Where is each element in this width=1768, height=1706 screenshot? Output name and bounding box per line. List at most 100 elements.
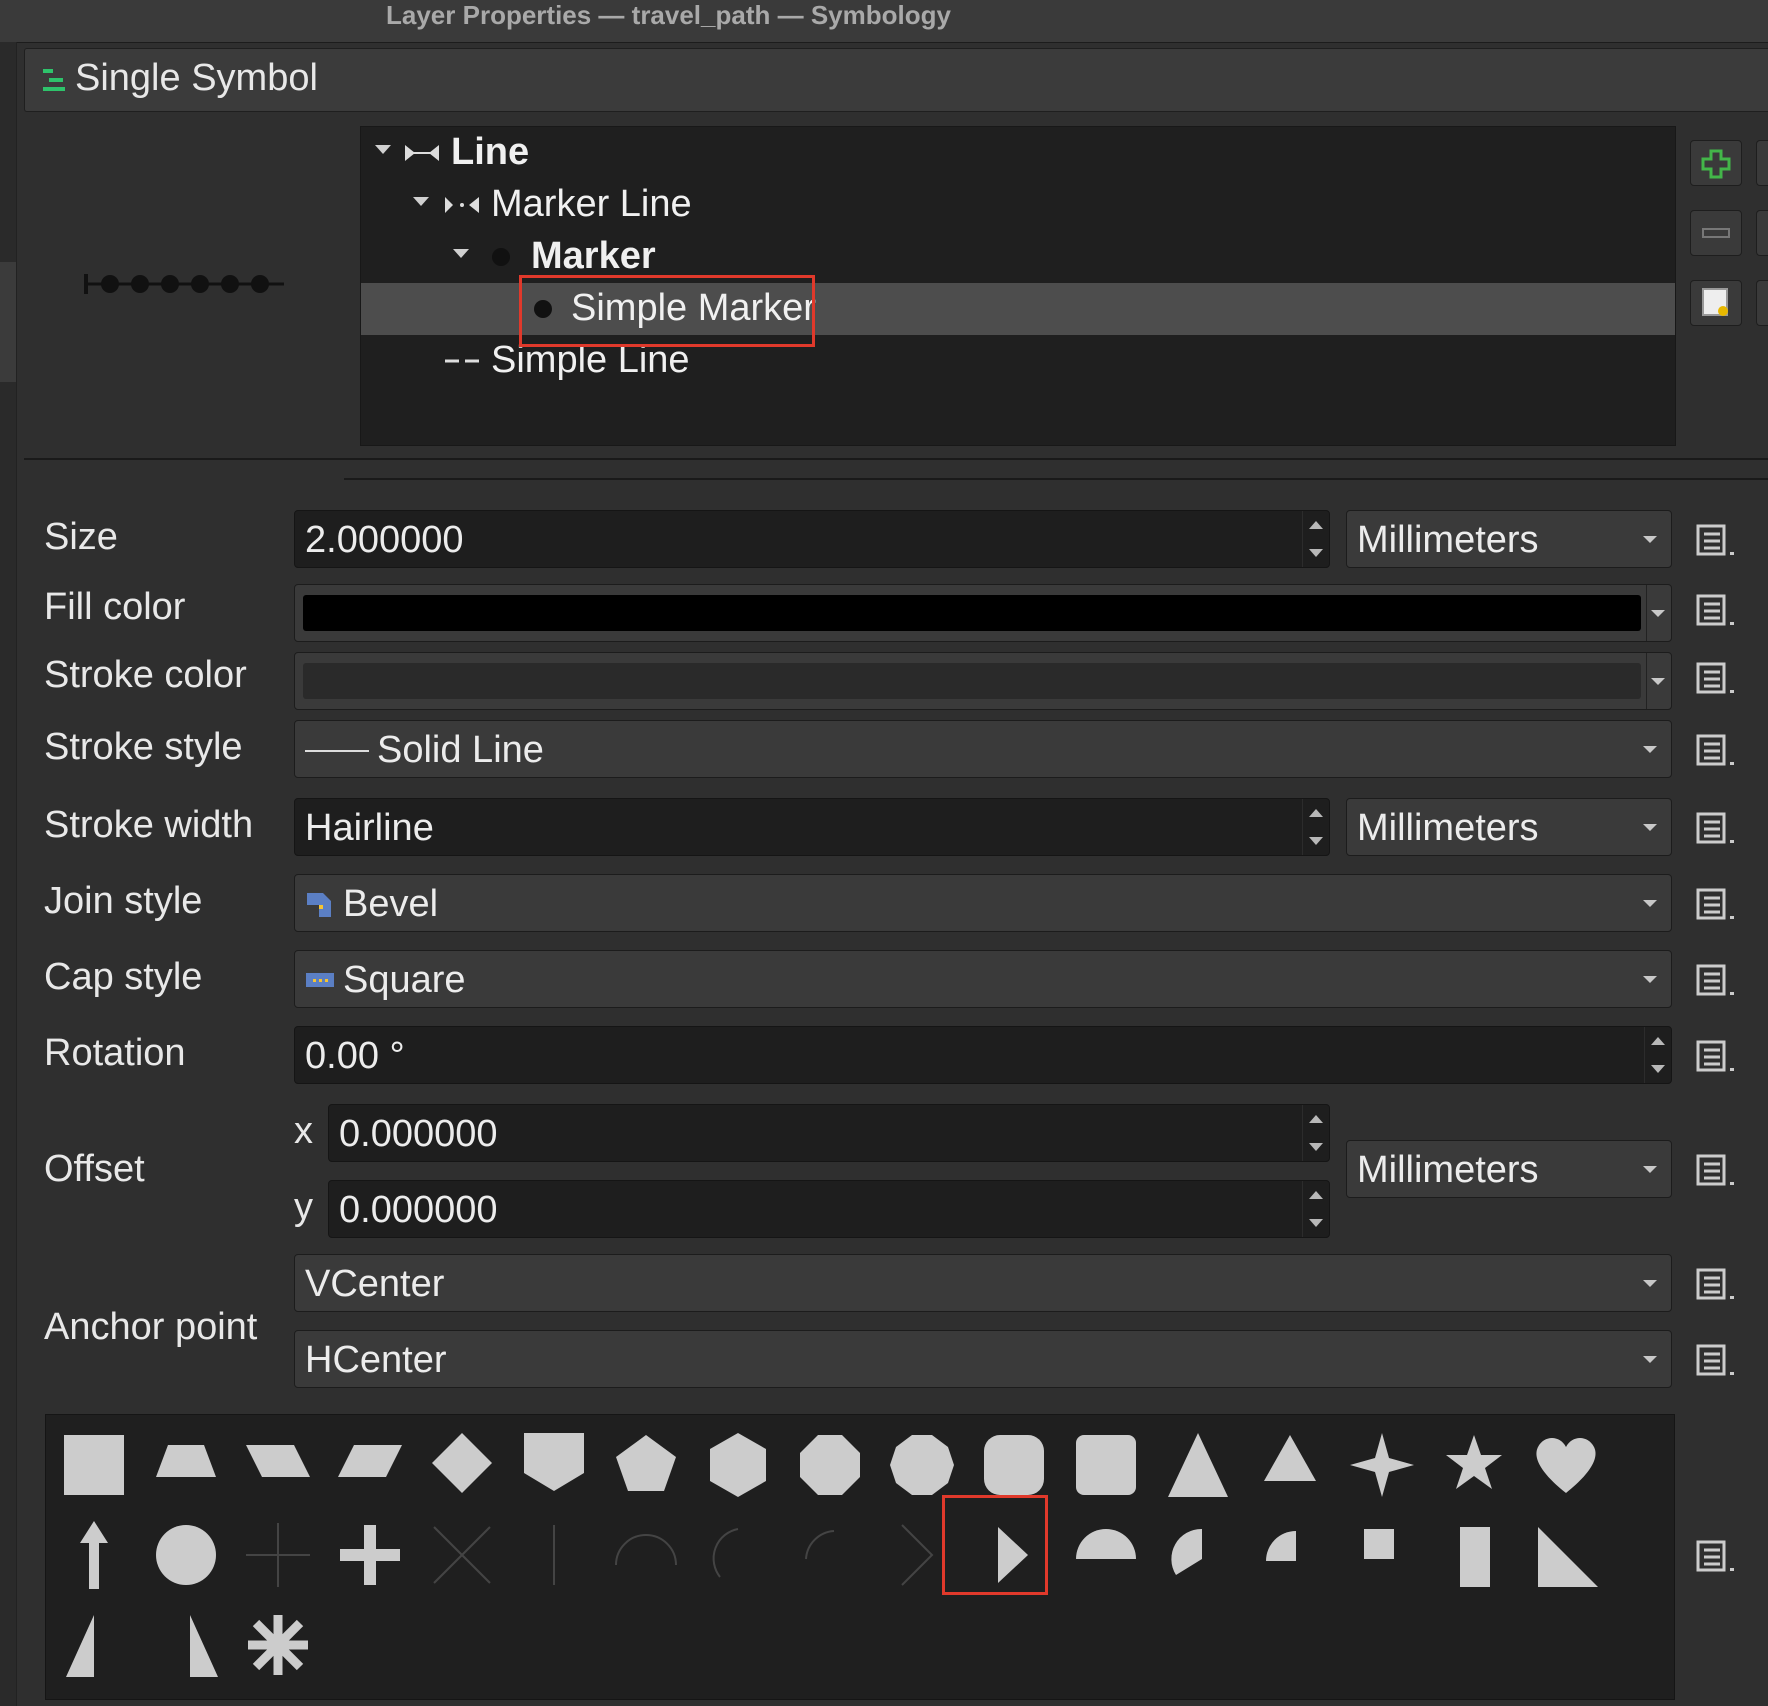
shape-octagon-icon[interactable] bbox=[790, 1425, 870, 1505]
anchor-vertical-select[interactable]: VCenter bbox=[294, 1254, 1672, 1312]
shape-star-4-icon[interactable] bbox=[1342, 1425, 1422, 1505]
rotation-spinbox[interactable]: 0.00 ° bbox=[294, 1026, 1672, 1084]
duplicate-layer-button[interactable] bbox=[1756, 280, 1768, 326]
renderer-type-selector[interactable]: Single Symbol bbox=[24, 48, 1768, 112]
offset-y-spinbox[interactable]: 0.000000 bbox=[328, 1180, 1330, 1238]
shape-diamond-icon[interactable] bbox=[422, 1425, 502, 1505]
shape-quarter-circle-icon[interactable] bbox=[1250, 1515, 1330, 1595]
data-defined-override-icon[interactable] bbox=[1694, 884, 1740, 924]
shape-trapezoid-icon[interactable] bbox=[146, 1425, 226, 1505]
tree-item-line[interactable]: Line bbox=[361, 127, 1675, 179]
shape-parallelogram-left-icon[interactable] bbox=[330, 1425, 410, 1505]
stroke-style-label: Stroke style bbox=[44, 726, 243, 768]
add-symbol-layer-button[interactable] bbox=[1690, 140, 1742, 186]
chevron-down-icon bbox=[1643, 824, 1657, 831]
data-defined-override-icon[interactable] bbox=[1694, 590, 1740, 630]
remove-icon bbox=[1702, 228, 1730, 238]
shape-cross-fill-icon[interactable] bbox=[330, 1515, 410, 1595]
shape-triangle-icon[interactable] bbox=[1158, 1425, 1238, 1505]
shape-semi-arc-icon[interactable] bbox=[606, 1515, 686, 1595]
tree-item-marker-line[interactable]: Marker Line bbox=[361, 179, 1675, 231]
shape-third-arc-icon[interactable] bbox=[698, 1515, 778, 1595]
lock-layer-button[interactable] bbox=[1690, 280, 1742, 326]
size-spinbox[interactable]: 2.000000 bbox=[294, 510, 1330, 568]
offset-x-spinbox[interactable]: 0.000000 bbox=[328, 1104, 1330, 1162]
splitter-handle[interactable] bbox=[0, 262, 16, 382]
size-unit-select[interactable]: Millimeters bbox=[1346, 510, 1672, 568]
join-style-select[interactable]: Bevel bbox=[294, 874, 1672, 932]
shape-line-icon[interactable] bbox=[514, 1515, 594, 1595]
shape-shield-icon[interactable] bbox=[514, 1425, 594, 1505]
fill-color-button[interactable] bbox=[294, 584, 1672, 642]
shape-right-half-triangle-icon[interactable] bbox=[54, 1605, 134, 1685]
expand-caret-icon[interactable] bbox=[413, 197, 429, 206]
shape-decagon-icon[interactable] bbox=[882, 1425, 962, 1505]
remove-symbol-layer-button[interactable] bbox=[1690, 210, 1742, 256]
shape-pentagon-icon[interactable] bbox=[606, 1425, 686, 1505]
spinner-arrows-icon[interactable] bbox=[1302, 511, 1329, 567]
tree-item-label: Marker bbox=[531, 235, 656, 277]
shape-parallelogram-right-icon[interactable] bbox=[238, 1425, 318, 1505]
shape-quarter-arc-icon[interactable] bbox=[790, 1515, 870, 1595]
shape-square-icon[interactable] bbox=[54, 1425, 134, 1505]
data-defined-override-icon[interactable] bbox=[1694, 730, 1740, 770]
spinner-arrows-icon[interactable] bbox=[1644, 1027, 1671, 1083]
stroke-color-button[interactable] bbox=[294, 652, 1672, 710]
bevel-join-icon bbox=[307, 893, 331, 917]
symbol-layer-tree[interactable]: Line Marker Line Marker Simple Marker Si… bbox=[360, 126, 1676, 446]
shape-hexagon-icon[interactable] bbox=[698, 1425, 778, 1505]
data-defined-override-icon[interactable] bbox=[1694, 1340, 1740, 1380]
stroke-width-unit-select[interactable]: Millimeters bbox=[1346, 798, 1672, 856]
data-defined-override-icon[interactable] bbox=[1694, 1036, 1740, 1076]
shape-third-circle-icon[interactable] bbox=[1158, 1515, 1238, 1595]
shape-diagonal-half-square-icon[interactable] bbox=[1526, 1515, 1606, 1595]
fill-color-label: Fill color bbox=[44, 586, 186, 628]
shape-semi-circle-icon[interactable] bbox=[1066, 1515, 1146, 1595]
shape-asterisk-fill-icon[interactable] bbox=[238, 1605, 318, 1685]
move-up-button[interactable] bbox=[1756, 140, 1768, 186]
cap-style-value: Square bbox=[343, 959, 466, 1001]
size-value: 2.000000 bbox=[305, 519, 464, 561]
data-defined-override-icon[interactable] bbox=[1694, 1264, 1740, 1304]
shape-cross-icon[interactable] bbox=[238, 1515, 318, 1595]
stroke-color-swatch bbox=[303, 663, 1641, 699]
shape-heart-icon[interactable] bbox=[1526, 1425, 1606, 1505]
data-defined-override-icon[interactable] bbox=[1694, 520, 1740, 560]
data-defined-override-icon[interactable] bbox=[1694, 658, 1740, 698]
shape-arrow-icon[interactable] bbox=[54, 1515, 134, 1595]
stroke-style-value: Solid Line bbox=[377, 729, 544, 771]
shape-quarter-square-icon[interactable] bbox=[1342, 1515, 1422, 1595]
stroke-style-select[interactable]: Solid Line bbox=[294, 720, 1672, 778]
marker-shape-grid[interactable] bbox=[45, 1414, 1675, 1700]
spinner-arrows-icon[interactable] bbox=[1302, 1105, 1329, 1161]
shape-rounded-square-icon[interactable] bbox=[1066, 1425, 1146, 1505]
simple-line-icon bbox=[445, 359, 479, 363]
shape-star-5-icon[interactable] bbox=[1434, 1425, 1514, 1505]
expand-caret-icon[interactable] bbox=[453, 249, 469, 258]
data-defined-override-icon[interactable] bbox=[1694, 1536, 1740, 1576]
shape-equilateral-triangle-icon[interactable] bbox=[1250, 1425, 1330, 1505]
offset-x-label: x bbox=[294, 1110, 313, 1152]
offset-unit-value: Millimeters bbox=[1357, 1149, 1539, 1191]
data-defined-override-icon[interactable] bbox=[1694, 960, 1740, 1000]
expand-caret-icon[interactable] bbox=[375, 145, 391, 154]
stroke-width-spinbox[interactable]: Hairline bbox=[294, 798, 1330, 856]
offset-x-value: 0.000000 bbox=[339, 1113, 498, 1155]
chevron-down-icon bbox=[1643, 900, 1657, 907]
move-down-button[interactable] bbox=[1756, 210, 1768, 256]
cap-style-select[interactable]: Square bbox=[294, 950, 1672, 1008]
size-label: Size bbox=[44, 516, 118, 558]
shape-rounded-octagon-icon[interactable] bbox=[974, 1425, 1054, 1505]
spinner-arrows-icon[interactable] bbox=[1302, 799, 1329, 855]
line-symbol-icon bbox=[405, 145, 439, 161]
marker-dot-icon bbox=[492, 248, 510, 266]
anchor-horizontal-select[interactable]: HCenter bbox=[294, 1330, 1672, 1388]
offset-unit-select[interactable]: Millimeters bbox=[1346, 1140, 1672, 1198]
shape-x-icon[interactable] bbox=[422, 1515, 502, 1595]
data-defined-override-icon[interactable] bbox=[1694, 808, 1740, 848]
shape-half-square-icon[interactable] bbox=[1434, 1515, 1514, 1595]
spinner-arrows-icon[interactable] bbox=[1302, 1181, 1329, 1237]
shape-circle-icon[interactable] bbox=[146, 1515, 226, 1595]
data-defined-override-icon[interactable] bbox=[1694, 1150, 1740, 1190]
anchor-horizontal-value: HCenter bbox=[305, 1339, 447, 1381]
